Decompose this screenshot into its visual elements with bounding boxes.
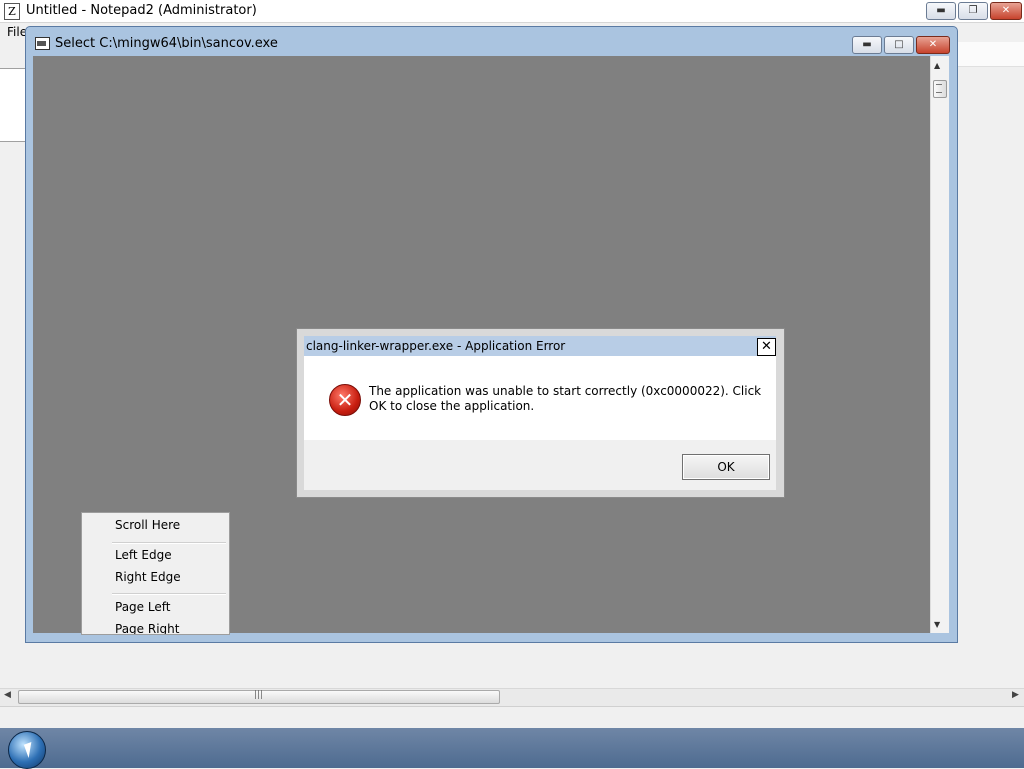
select-maximize-button[interactable]: □ — [884, 36, 914, 54]
notepad-editor[interactable] — [0, 68, 27, 142]
menu-item-page-right[interactable]: Page Right — [115, 622, 179, 634]
menu-separator — [112, 593, 226, 595]
scroll-left-arrow-icon[interactable]: ◀ — [4, 690, 11, 700]
scroll-down-arrow-icon[interactable]: ▼ — [934, 620, 940, 629]
error-dialog-title: clang-linker-wrapper.exe - Application E… — [306, 339, 566, 353]
error-icon: ✕ — [329, 384, 361, 416]
error-dialog-close-button[interactable]: ✕ — [757, 338, 776, 356]
notepad-toolbar — [950, 42, 1024, 67]
menu-item-scroll-here[interactable]: Scroll Here — [115, 518, 180, 532]
notepad-window-title: Untitled - Notepad2 (Administrator) — [26, 3, 257, 18]
select-close-button[interactable]: ✕ — [916, 36, 950, 54]
menu-item-right-edge[interactable]: Right Edge — [115, 570, 181, 584]
scroll-right-arrow-icon[interactable]: ▶ — [1012, 690, 1019, 700]
notepad-minimize-button[interactable]: ▬ — [926, 2, 956, 20]
scroll-grip-icon: ||| — [254, 690, 264, 700]
taskbar — [0, 728, 1024, 768]
scroll-up-arrow-icon[interactable]: ▲ — [934, 61, 940, 70]
menu-separator — [112, 542, 226, 544]
console-vertical-scrollbar[interactable] — [930, 56, 949, 633]
notepad2-icon: Z — [4, 3, 20, 20]
select-window-title: Select C:\mingw64\bin\sancov.exe — [55, 36, 278, 51]
error-message: The application was unable to start corr… — [369, 384, 762, 413]
select-minimize-button[interactable]: ▬ — [852, 36, 882, 54]
scrollbar-context-menu: Scroll Here Left Edge Right Edge Page Le… — [81, 512, 230, 635]
menu-item-page-left[interactable]: Page Left — [115, 600, 170, 614]
notepad-restore-button[interactable]: ❐ — [958, 2, 988, 20]
menu-item-left-edge[interactable]: Left Edge — [115, 548, 172, 562]
scroll-grip-icon — [936, 84, 942, 93]
notepad-close-button[interactable]: ✕ — [990, 2, 1022, 20]
ok-button[interactable]: OK — [682, 454, 770, 480]
notepad-statusbar — [0, 706, 1024, 727]
